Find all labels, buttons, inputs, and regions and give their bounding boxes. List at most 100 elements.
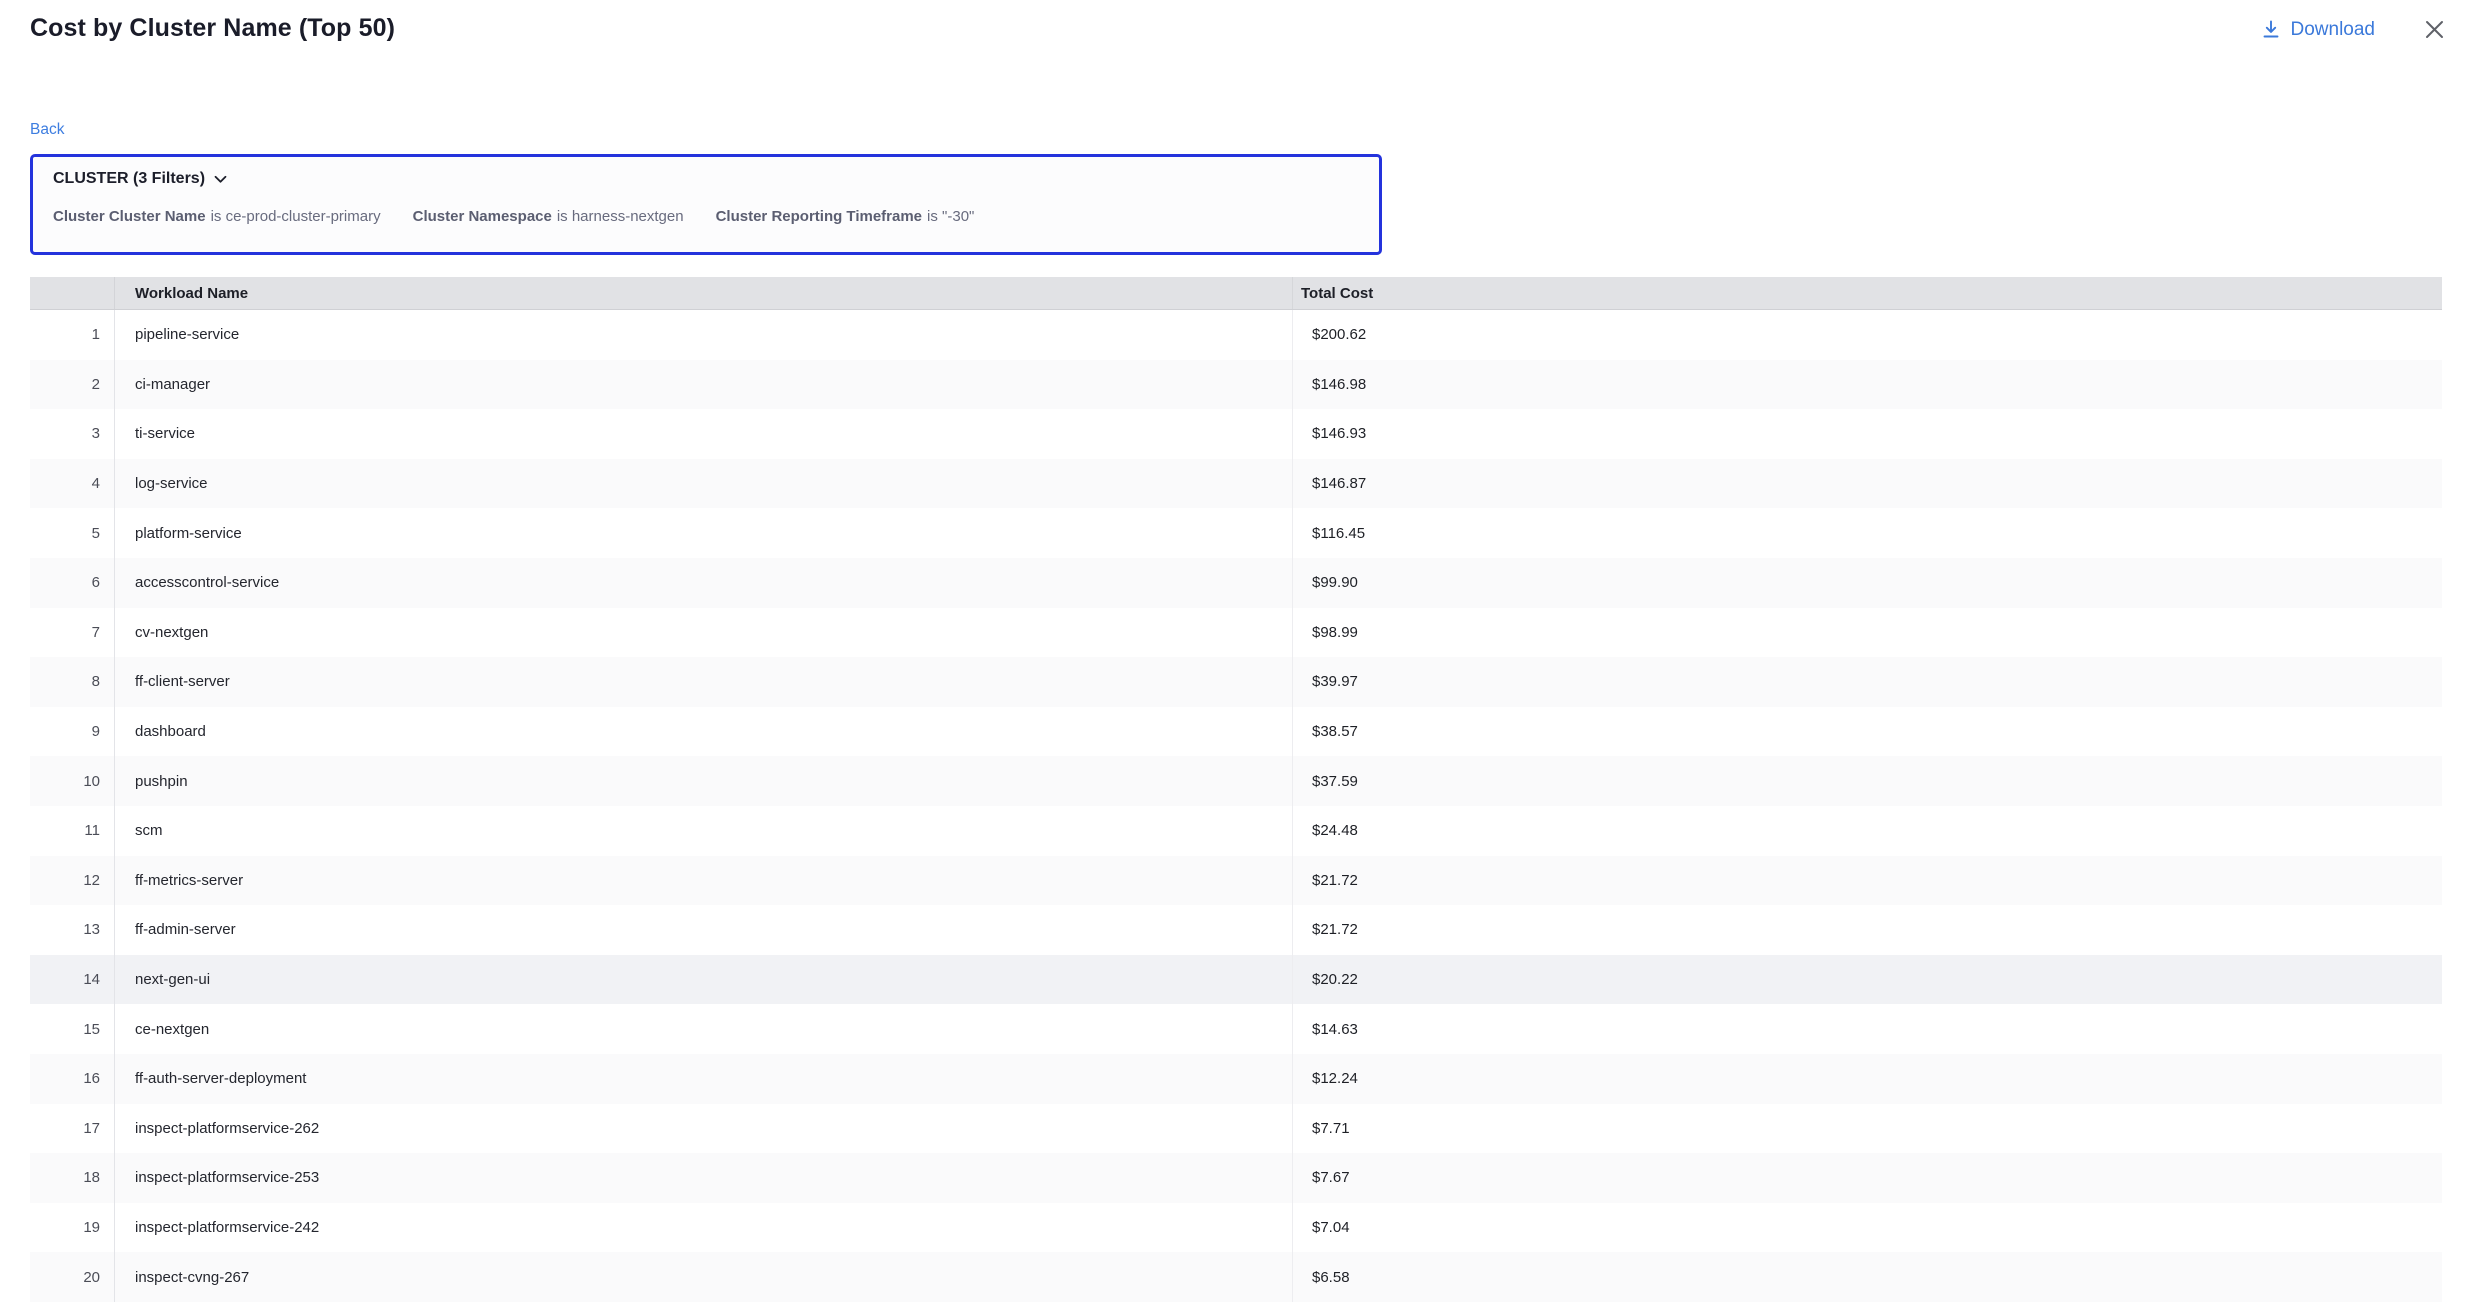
cost-value: $38.57 <box>1312 723 1358 740</box>
table-row[interactable]: 6accesscontrol-service $99.90 <box>30 558 2442 608</box>
cost-cell: $116.45 <box>1292 508 2442 558</box>
download-button[interactable]: Download <box>2261 19 2376 41</box>
cost-value: $12.24 <box>1312 1070 1358 1087</box>
workload-name: ff-auth-server-deployment <box>115 1070 1293 1087</box>
cost-cell: $24.48 <box>1292 806 2442 856</box>
workload-name: accesscontrol-service <box>115 574 1293 591</box>
row-rank: 19 <box>30 1203 115 1253</box>
table-row[interactable]: 8ff-client-server$39.97 <box>30 657 2442 707</box>
row-rank: 14 <box>30 955 115 1005</box>
row-rank: 6 <box>30 558 115 608</box>
table-row[interactable]: 1pipeline-service $200.62 <box>30 310 2442 360</box>
workload-name: log-service <box>115 475 1293 492</box>
cost-cell: $146.93 <box>1292 409 2442 459</box>
row-rank: 5 <box>30 508 115 558</box>
workload-name: pipeline-service <box>115 326 1293 343</box>
table-row[interactable]: 20inspect-cvng-267 $6.58 <box>30 1252 2442 1302</box>
workload-name: inspect-platformservice-253 <box>115 1169 1293 1186</box>
cost-value: $7.67 <box>1312 1169 1350 1186</box>
workload-name: inspect-platformservice-262 <box>115 1120 1293 1137</box>
row-rank: 12 <box>30 856 115 906</box>
row-rank: 16 <box>30 1054 115 1104</box>
filter-summary-toggle[interactable]: CLUSTER (3 Filters) <box>53 170 227 188</box>
cost-cell: $7.04 <box>1292 1203 2442 1253</box>
filter-condition: Cluster Namespaceis harness-nextgen <box>413 208 684 225</box>
filter-conditions: Cluster Cluster Nameis ce-prod-cluster-p… <box>53 208 1359 225</box>
workload-name: ci-manager <box>115 376 1293 393</box>
table-row[interactable]: 17inspect-platformservice-262 $7.71 <box>30 1104 2442 1154</box>
workload-name: ff-admin-server <box>115 921 1293 938</box>
row-rank: 8 <box>30 657 115 707</box>
row-rank: 4 <box>30 459 115 509</box>
row-rank: 1 <box>30 310 115 360</box>
cost-table: Workload Name Total Cost 1pipeline-servi… <box>30 277 2442 1302</box>
row-rank: 18 <box>30 1153 115 1203</box>
table-row[interactable]: 18inspect-platformservice-253 $7.67 <box>30 1153 2442 1203</box>
cost-value: $7.71 <box>1312 1120 1350 1137</box>
cost-cell: $6.58 <box>1292 1252 2442 1302</box>
table-row[interactable]: 2ci-manager$146.98 <box>30 360 2442 410</box>
cost-value: $21.72 <box>1312 872 1358 889</box>
cost-cell: $99.90 <box>1292 558 2442 608</box>
workload-name: cv-nextgen <box>115 624 1293 641</box>
cost-value: $200.62 <box>1312 326 1366 343</box>
cost-value: $6.58 <box>1312 1269 1350 1286</box>
table-row[interactable]: 19inspect-platformservice-242 $7.04 <box>30 1203 2442 1253</box>
row-rank: 15 <box>30 1004 115 1054</box>
table-row[interactable]: 10pushpin$37.59 <box>30 756 2442 806</box>
filter-condition: Cluster Reporting Timeframeis "-30" <box>716 208 975 225</box>
chevron-down-icon <box>214 175 227 184</box>
workload-name: scm <box>115 822 1293 839</box>
workload-name: ti-service <box>115 425 1293 442</box>
row-rank: 11 <box>30 806 115 856</box>
cost-cell: $12.24 <box>1292 1054 2442 1104</box>
workload-name: ce-nextgen <box>115 1021 1293 1038</box>
row-rank: 10 <box>30 756 115 806</box>
table-row[interactable]: 15ce-nextgen$14.63 <box>30 1004 2442 1054</box>
filter-summary-label: CLUSTER (3 Filters) <box>53 170 205 188</box>
table-row[interactable]: 16ff-auth-server-deployment $12.24 <box>30 1054 2442 1104</box>
cost-cell: $20.22 <box>1292 955 2442 1005</box>
table-row[interactable]: 12ff-metrics-server $21.72 <box>30 856 2442 906</box>
cost-value: $7.04 <box>1312 1219 1350 1236</box>
row-rank: 20 <box>30 1252 115 1302</box>
cost-value: $37.59 <box>1312 773 1358 790</box>
workload-name: next-gen-ui <box>115 971 1293 988</box>
cost-cell: $21.72 <box>1292 905 2442 955</box>
workload-name: ff-metrics-server <box>115 872 1293 889</box>
cost-cell: $7.71 <box>1292 1104 2442 1154</box>
back-link[interactable]: Back <box>30 121 64 139</box>
table-row[interactable]: 13ff-admin-server$21.72 <box>30 905 2442 955</box>
workload-name: platform-service <box>115 525 1293 542</box>
table-row[interactable]: 5platform-service$116.45 <box>30 508 2442 558</box>
cost-value: $98.99 <box>1312 624 1358 641</box>
row-rank: 17 <box>30 1104 115 1154</box>
cost-cell: $146.87 <box>1292 459 2442 509</box>
cost-cell: $38.57 <box>1292 707 2442 757</box>
cost-cell: $21.72 <box>1292 856 2442 906</box>
cost-cell: $37.59 <box>1292 756 2442 806</box>
table-row[interactable]: 4log-service $146.87 <box>30 459 2442 509</box>
table-row[interactable]: 3ti-service$146.93 <box>30 409 2442 459</box>
cost-value: $146.87 <box>1312 475 1366 492</box>
workload-name: dashboard <box>115 723 1293 740</box>
titlebar: Cost by Cluster Name (Top 50) Download <box>30 10 2448 43</box>
cost-value: $99.90 <box>1312 574 1358 591</box>
cost-cell: $146.98 <box>1292 360 2442 410</box>
row-rank: 7 <box>30 608 115 658</box>
close-icon <box>2423 18 2446 41</box>
table-row[interactable]: 14next-gen-ui$20.22 <box>30 955 2442 1005</box>
table-row[interactable]: 11scm$24.48 <box>30 806 2442 856</box>
filter-panel: CLUSTER (3 Filters) Cluster Cluster Name… <box>30 154 1382 255</box>
table-row[interactable]: 9dashboard $38.57 <box>30 707 2442 757</box>
filter-condition: Cluster Cluster Nameis ce-prod-cluster-p… <box>53 208 381 225</box>
row-rank: 9 <box>30 707 115 757</box>
workload-name: ff-client-server <box>115 673 1293 690</box>
cost-column-header: Total Cost <box>1292 277 2442 309</box>
table-row[interactable]: 7cv-nextgen $98.99 <box>30 608 2442 658</box>
download-icon <box>2261 19 2281 40</box>
close-button[interactable] <box>2421 16 2448 43</box>
workload-name: inspect-cvng-267 <box>115 1269 1293 1286</box>
page-title: Cost by Cluster Name (Top 50) <box>30 10 395 43</box>
workload-name: inspect-platformservice-242 <box>115 1219 1293 1236</box>
